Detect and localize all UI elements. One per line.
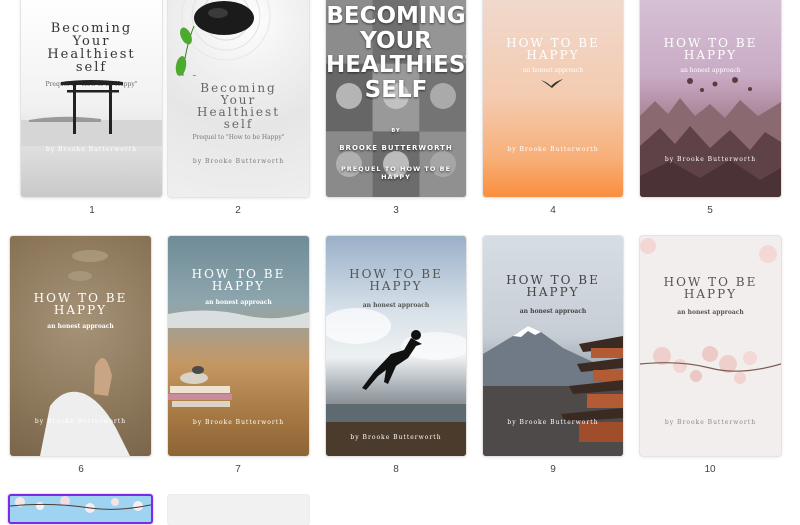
page-9-subtitle: an honest approach xyxy=(519,308,587,315)
balloons-landscape-image xyxy=(640,77,781,197)
page-6-subtitle: an honest approach xyxy=(47,323,114,330)
page-1-title-line: self xyxy=(75,60,108,75)
page-3-subtitle: PREQUEL TO HOW TO BE HAPPY xyxy=(340,165,452,181)
page-8-author: by Brooke Butterworth xyxy=(350,434,442,441)
page-3-author: BROOKE BUTTERWORTH xyxy=(339,144,453,152)
page-10-author: by Brooke Butterworth xyxy=(664,419,757,426)
page-5-author: by Brooke Butterworth xyxy=(664,156,757,163)
page-8-subtitle: an honest approach xyxy=(362,302,430,309)
page-number: 4 xyxy=(550,205,556,216)
page-4-author: by Brooke Butterworth xyxy=(507,146,599,153)
page-6-title-line: HAPPY xyxy=(53,303,108,317)
page-number: 6 xyxy=(78,464,84,475)
page-3-title-line: YOUR xyxy=(360,27,432,54)
page-2-author: by Brooke Butterworth xyxy=(192,158,285,165)
page-number: 5 xyxy=(707,205,713,216)
page-9-author: by Brooke Butterworth xyxy=(507,419,599,426)
page-10-subtitle: an honest approach xyxy=(677,309,744,316)
page-6-author: by Brooke Butterworth xyxy=(34,418,127,425)
page-9-title-line: HAPPY xyxy=(526,285,580,299)
page-7-author: by Brooke Butterworth xyxy=(192,419,285,426)
torii-gate-image xyxy=(21,80,162,146)
page-number: 10 xyxy=(704,464,716,475)
beach-books-image xyxy=(168,310,309,407)
page-3-title-line: HEALTHIEST xyxy=(326,52,466,79)
page-3-title-line: BECOMING xyxy=(326,3,466,29)
page-number: 7 xyxy=(235,464,241,475)
page-3-title-line: SELF xyxy=(364,76,428,103)
page-number: 8 xyxy=(393,464,399,475)
bird-image xyxy=(541,79,563,88)
blossom-sky-image xyxy=(10,496,151,513)
page-2-title-line: self xyxy=(223,117,254,131)
page-7-title-line: HAPPY xyxy=(211,279,266,293)
page-1-author: by Brooke Butterworth xyxy=(45,146,138,153)
page-10-title-line: HAPPY xyxy=(683,287,738,301)
page-7-subtitle: an honest approach xyxy=(205,299,272,306)
page-number: 9 xyxy=(550,464,556,475)
page-number: 1 xyxy=(89,205,95,216)
page-8-title-line: HAPPY xyxy=(369,279,423,293)
zen-stone-leaves-image xyxy=(175,0,271,76)
page-4-subtitle: an honest approach xyxy=(522,67,584,74)
page-3-by-label: BY xyxy=(391,128,401,134)
page-number: 2 xyxy=(235,205,241,216)
page-2-subtitle: Prequel to "How to be Happy" xyxy=(192,134,285,141)
page-number: 3 xyxy=(393,205,399,216)
page-4-title-line: HAPPY xyxy=(526,48,580,62)
